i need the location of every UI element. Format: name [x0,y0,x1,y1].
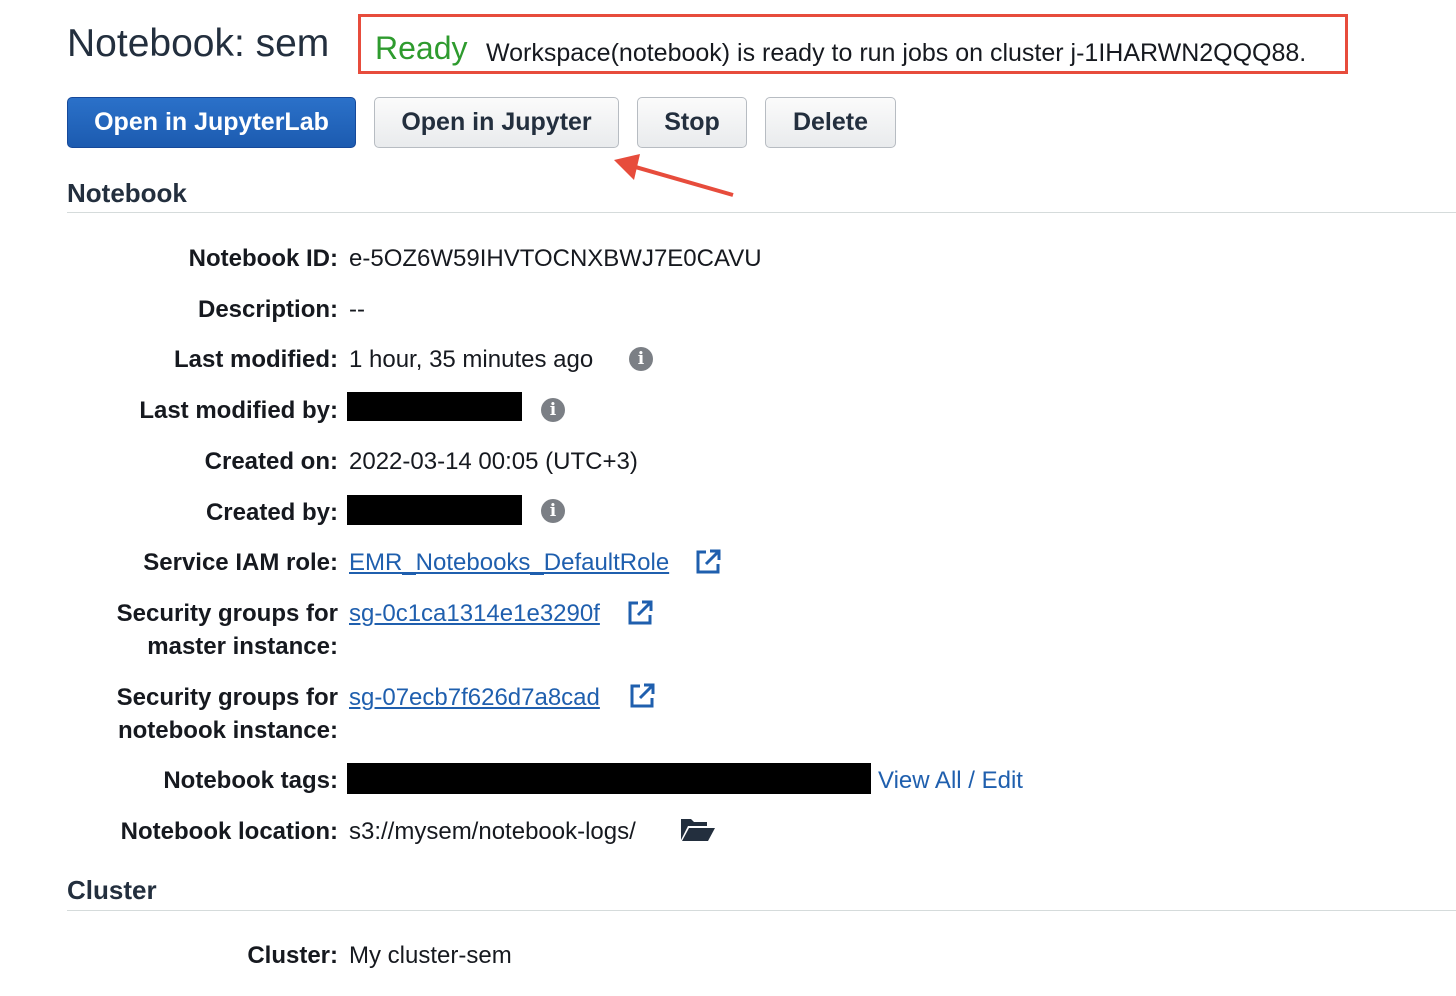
sg-master-label-line1: Security groups for [116,600,338,627]
redacted-user [347,392,522,421]
description-label: Description: [197,296,338,323]
redacted-tags [347,763,871,794]
info-icon[interactable]: i [541,398,565,422]
view-all-edit-link[interactable]: View All / Edit [878,767,1023,795]
notebook-id-label: Notebook ID: [188,245,338,272]
notebook-section-heading: Notebook [67,178,187,208]
created-on-label: Created on: [204,448,338,475]
created-by-label: Created by: [205,499,338,526]
sg-notebook-label: Security groups for notebook instance: [117,681,338,747]
service-iam-role-label: Service IAM role: [143,549,338,576]
service-iam-role-link[interactable]: EMR_Notebooks_DefaultRole [349,549,669,577]
delete-button[interactable]: Delete [765,97,896,148]
status-message: Workspace(notebook) is ready to run jobs… [486,39,1307,67]
notebook-location-label: Notebook location: [120,818,338,845]
sg-master-link[interactable]: sg-0c1ca1314e1e3290f [349,600,600,628]
status-ready-label: Ready [375,30,468,66]
folder-open-icon[interactable] [680,815,716,843]
external-link-icon[interactable] [694,548,722,576]
cluster-section-heading: Cluster [67,875,157,905]
created-on-value: 2022-03-14 00:05 (UTC+3) [349,448,638,475]
open-in-jupyter-button[interactable]: Open in Jupyter [374,97,619,148]
info-icon[interactable]: i [541,499,565,523]
sg-master-label-line2: master instance: [147,633,338,660]
redacted-user [347,495,522,525]
last-modified-by-label: Last modified by: [139,397,338,424]
sg-notebook-link[interactable]: sg-07ecb7f626d7a8cad [349,684,600,712]
last-modified-value: 1 hour, 35 minutes ago [349,346,594,373]
notebook-tags-label: Notebook tags: [163,767,338,794]
cluster-value: My cluster-sem [349,942,512,969]
description-value: -- [349,296,365,323]
notebook-location-value: s3://mysem/notebook-logs/ [349,818,636,845]
notebook-section-divider [67,212,1456,213]
cluster-section-divider [67,910,1456,911]
external-link-icon[interactable] [626,599,654,627]
stop-button[interactable]: Stop [637,97,747,148]
page-title: Notebook: sem [67,22,330,65]
info-icon[interactable]: i [629,347,653,371]
sg-master-label: Security groups for master instance: [117,597,338,663]
notebook-id-value: e-5OZ6W59IHVTOCNXBWJ7E0CAVU [349,245,762,272]
open-in-jupyterlab-button[interactable]: Open in JupyterLab [67,97,356,148]
cluster-label: Cluster: [247,942,338,969]
sg-notebook-label-line2: notebook instance: [117,717,338,744]
external-link-icon[interactable] [628,682,656,710]
status-banner: Ready Workspace(notebook) is ready to ru… [358,14,1348,74]
last-modified-label: Last modified: [173,346,338,373]
sg-notebook-label-line1: Security groups for [116,684,338,711]
